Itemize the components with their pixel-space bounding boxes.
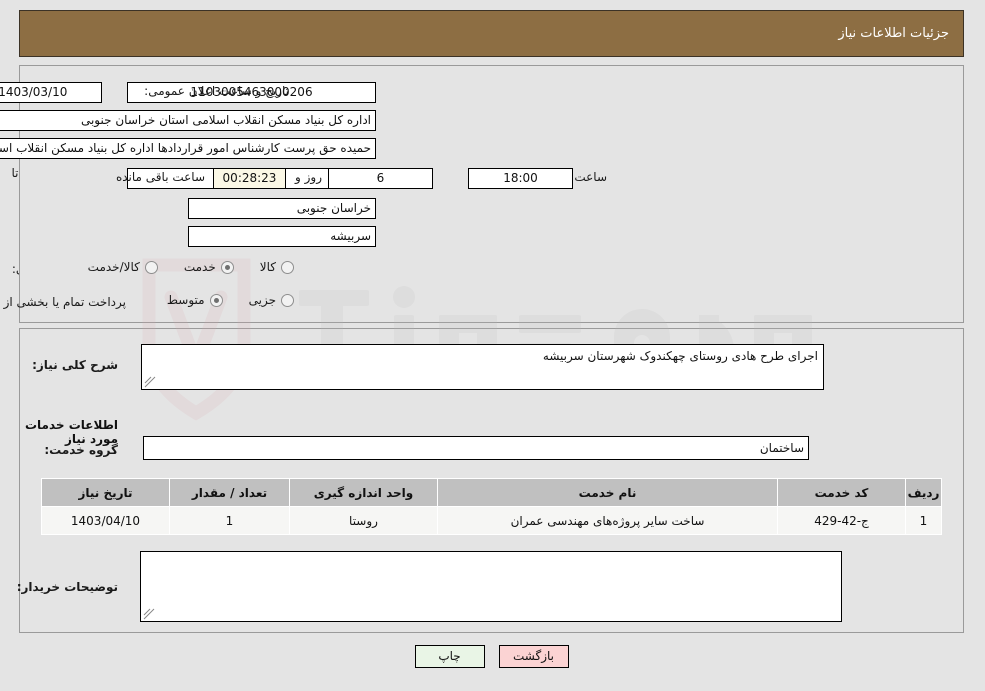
summary-panel <box>20 65 965 323</box>
window-title-bar: جزئیات اطلاعات نیاز <box>20 10 965 57</box>
service-group-field-row: ساختمان <box>144 436 810 460</box>
deadline-time-field-row: 18:00 <box>469 168 574 189</box>
announce-datetime-value: 1403/03/10 - 17:12 <box>0 82 103 103</box>
cell-index: 1 <box>906 506 943 535</box>
overview-value: اجرای طرح هادی روستای چهکندوک شهرستان سر… <box>543 349 819 363</box>
table-header-index: ردیف <box>906 478 943 507</box>
overview-label: شرح کلی نیاز: <box>33 358 119 372</box>
table-header-need-date: تاریخ نیاز <box>42 478 171 507</box>
table-row: 1 ج-42-429 ساخت سایر پروژه‌های مهندسی عم… <box>42 506 943 535</box>
cell-need-date: 1403/04/10 <box>42 506 171 535</box>
days-field-row: 6 <box>329 168 434 189</box>
hour-label-row: ساعت <box>575 170 608 184</box>
cell-quantity: 1 <box>170 506 291 535</box>
process-radio-group: جزیی متوسط <box>168 293 295 307</box>
page-title: جزئیات اطلاعات نیاز <box>839 26 950 41</box>
buyer-notes-textarea[interactable] <box>141 551 843 622</box>
services-heading: اطلاعات خدمات مورد نیاز <box>25 418 119 446</box>
table-header-service-name: نام خدمت <box>438 478 779 507</box>
action-button-bar: بازگشت چاپ <box>0 645 985 668</box>
creator-value: حمیده حق پرست کارشناس امور قراردادها ادا… <box>0 138 377 159</box>
announce-datetime-field-row: 1403/03/10 - 17:12 <box>0 82 103 103</box>
deadline-time-value: 18:00 <box>469 168 574 189</box>
remaining-days-value: 6 <box>329 168 434 189</box>
page-root: جزئیات اطلاعات نیاز شماره نیاز: 11030054… <box>0 0 985 691</box>
radio-icon-jozii[interactable] <box>282 293 295 307</box>
days-and-label: روز و <box>296 170 323 184</box>
city-field-row: سربیشه <box>189 226 377 247</box>
deadline-hour-label: ساعت <box>575 170 608 184</box>
resize-grip-icon[interactable] <box>145 376 157 388</box>
radio-icon-kala-khedmat[interactable] <box>145 260 159 274</box>
buyer-org-field-row: اداره کل بنیاد مسکن انقلاب اسلامی استان … <box>0 110 377 131</box>
payment-note: پرداخت تمام یا بخشی از مبلغ خرید،از محل … <box>0 295 127 309</box>
table-header-service-code: کد خدمت <box>778 478 907 507</box>
process-option-label-0: جزیی <box>249 293 277 307</box>
service-group-value: ساختمان <box>144 436 810 460</box>
resize-grip-icon-notes[interactable] <box>144 608 156 620</box>
service-group-label: گروه خدمت: <box>45 443 119 457</box>
radio-icon-khedmat[interactable] <box>221 260 235 274</box>
buyer-notes-label-row: توضیحات خریدار: <box>18 580 119 594</box>
category-option-label-2: کالا/خدمت <box>88 260 141 274</box>
overview-textarea[interactable]: اجرای طرح هادی روستای چهکندوک شهرستان سر… <box>142 344 825 390</box>
announce-datetime-label: تاریخ و ساعت اعلان عمومی: <box>145 84 290 98</box>
overview-label-row: شرح کلی نیاز: <box>33 358 119 372</box>
table-header-row: ردیف کد خدمت نام خدمت واحد اندازه گیری ت… <box>42 478 943 507</box>
remaining-hours-label: ساعت باقی مانده <box>116 170 206 184</box>
category-option-label-0: کالا <box>260 260 277 274</box>
announce-datetime-label-row: تاریخ و ساعت اعلان عمومی: <box>145 84 290 98</box>
cell-unit: روستا <box>290 506 439 535</box>
remaining-label-row: ساعت باقی مانده <box>117 170 206 184</box>
payment-note-row: پرداخت تمام یا بخشی از مبلغ خرید،از محل … <box>0 295 127 309</box>
service-group-label-row: گروه خدمت: <box>45 443 119 457</box>
category-option-kala[interactable]: کالا <box>261 260 295 274</box>
days-and-label-row: روز و <box>296 170 323 184</box>
category-option-khedmat[interactable]: خدمت <box>185 260 235 274</box>
radio-icon-motavaset[interactable] <box>210 293 224 307</box>
province-value: خراسان جنوبی <box>189 198 377 219</box>
countdown-timer: 00:28:23 <box>214 168 287 189</box>
cell-service-code: ج-42-429 <box>778 506 907 535</box>
buyer-notes-label: توضیحات خریدار: <box>17 580 119 594</box>
category-option-label-1: خدمت <box>184 260 217 274</box>
process-option-jozii[interactable]: جزیی <box>250 293 295 307</box>
table-header-quantity: تعداد / مقدار <box>170 478 291 507</box>
category-option-kala-khedmat[interactable]: کالا/خدمت <box>89 260 159 274</box>
back-button[interactable]: بازگشت <box>499 645 570 668</box>
cell-service-name: ساخت سایر پروژه‌های مهندسی عمران <box>438 506 779 535</box>
buyer-org-value: اداره کل بنیاد مسکن انقلاب اسلامی استان … <box>0 110 377 131</box>
table-header-unit: واحد اندازه گیری <box>290 478 439 507</box>
creator-field-row: حمیده حق پرست کارشناس امور قراردادها ادا… <box>0 138 377 159</box>
countdown-field-row: 00:28:23 <box>214 168 287 189</box>
process-option-label-1: متوسط <box>167 293 206 307</box>
radio-icon-kala[interactable] <box>282 260 295 274</box>
city-value: سربیشه <box>189 226 377 247</box>
process-option-motavaset[interactable]: متوسط <box>168 293 224 307</box>
services-table: ردیف کد خدمت نام خدمت واحد اندازه گیری ت… <box>42 478 943 535</box>
print-button[interactable]: چاپ <box>415 645 486 668</box>
province-field-row: خراسان جنوبی <box>189 198 377 219</box>
category-radio-group: کالا خدمت کالا/خدمت <box>89 260 295 274</box>
